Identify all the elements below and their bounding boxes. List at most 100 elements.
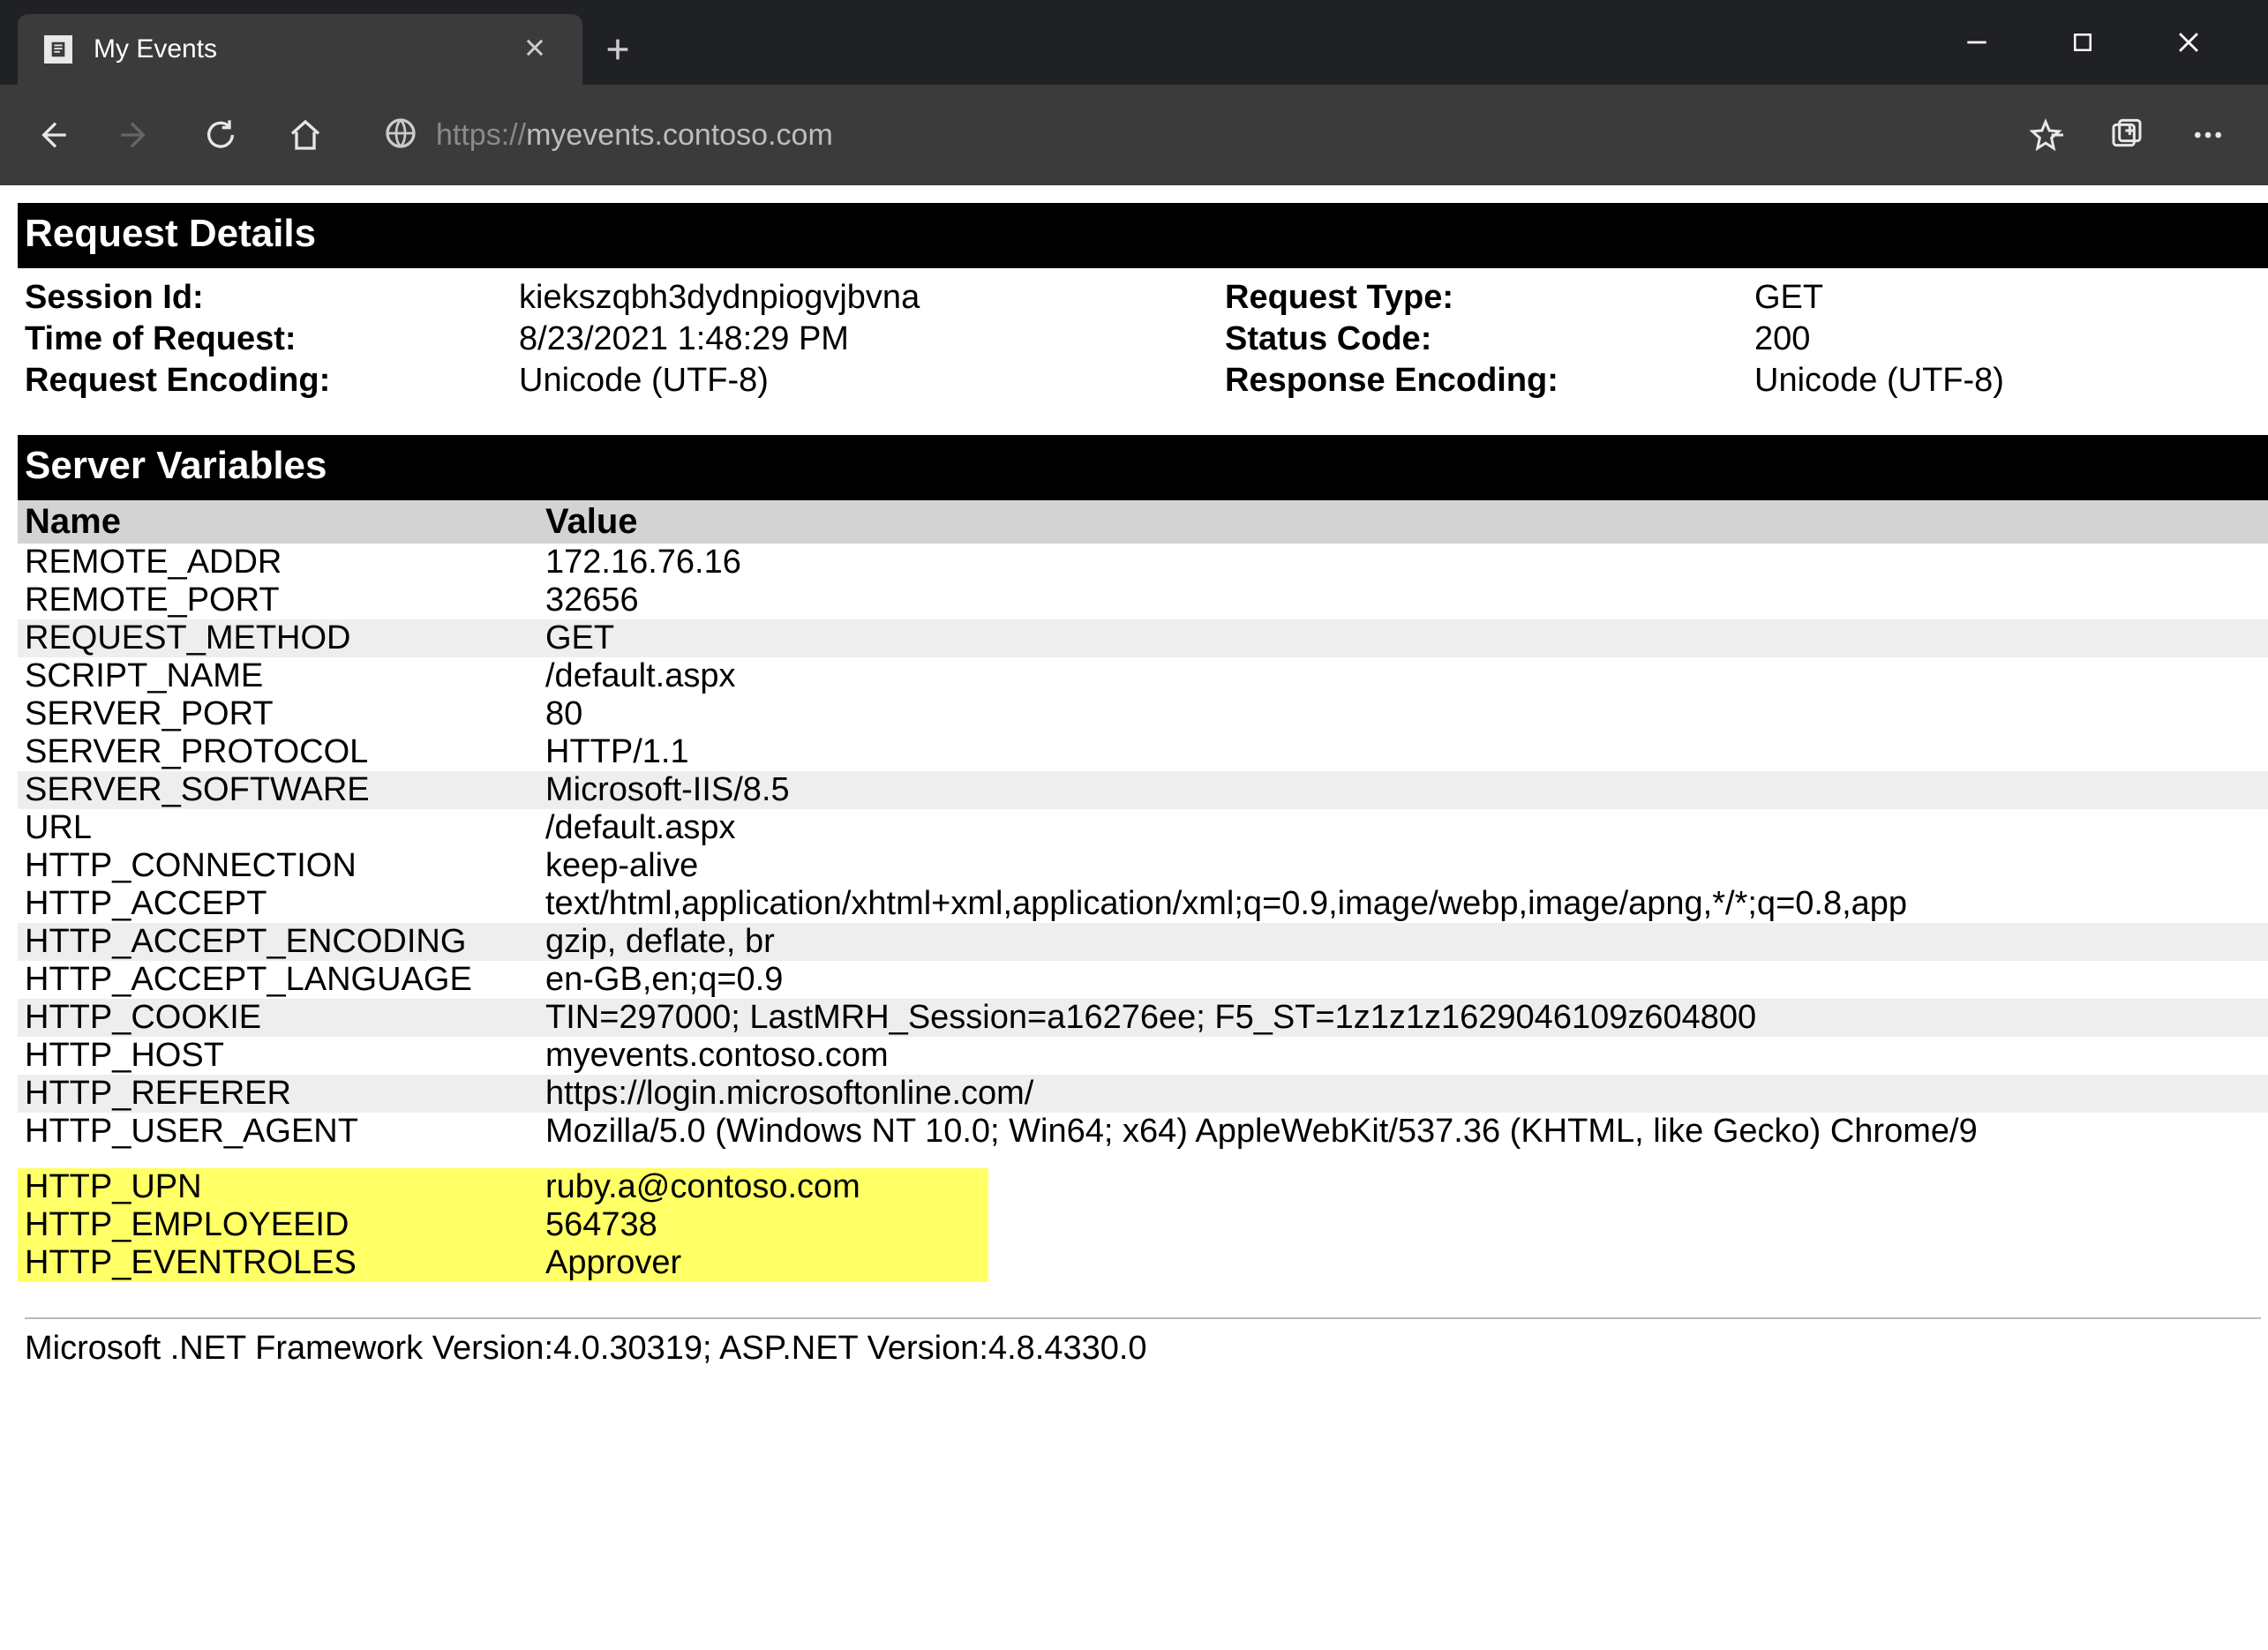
var-value: text/html,application/xhtml+xml,applicat… [538,885,2268,923]
url-host: myevents.contoso.com [526,118,833,152]
table-row: HTTP_REFERERhttps://login.microsoftonlin… [18,1075,2268,1113]
highlighted-row: HTTP_UPNruby.a@contoso.com [18,1168,988,1206]
tab-close-icon[interactable] [514,31,556,68]
request-details-grid: Session Id: kiekszqbh3dydnpiogvjbvna Req… [18,268,2268,435]
back-button[interactable] [26,110,76,160]
var-value: ruby.a@contoso.com [538,1168,988,1206]
new-tab-button[interactable] [582,14,653,85]
table-row: REMOTE_PORT32656 [18,581,2268,619]
tab-title: My Events [94,34,514,64]
var-name: HTTP_EVENTROLES [18,1244,538,1282]
var-name: URL [18,809,538,847]
table-row: SCRIPT_NAME/default.aspx [18,657,2268,695]
var-value: Approver [538,1244,988,1282]
status-code-value: 200 [1754,320,2261,358]
table-row: URL/default.aspx [18,809,2268,847]
collections-button[interactable] [2102,110,2152,160]
var-name: HTTP_COOKIE [18,999,538,1037]
var-value: Microsoft-IIS/8.5 [538,771,2268,809]
refresh-button[interactable] [196,110,245,160]
address-bar[interactable]: https://myevents.contoso.com [365,116,1986,155]
session-id-value: kiekszqbh3dydnpiogvjbvna [519,279,1225,317]
table-row: HTTP_USER_AGENTMozilla/5.0 (Windows NT 1… [18,1113,2268,1151]
response-encoding-label: Response Encoding: [1225,362,1754,400]
var-value: en-GB,en;q=0.9 [538,961,2268,999]
menu-button[interactable] [2183,110,2233,160]
table-row: REMOTE_ADDR172.16.76.16 [18,544,2268,581]
var-name: HTTP_ACCEPT_LANGUAGE [18,961,538,999]
table-row: HTTP_CONNECTIONkeep-alive [18,847,2268,885]
session-id-label: Session Id: [25,279,519,317]
url-text: https://myevents.contoso.com [436,118,833,153]
var-name: HTTP_ACCEPT [18,885,538,923]
browser-tab[interactable]: My Events [18,14,582,85]
request-details-header: Request Details [18,203,2268,268]
server-variables-header: Server Variables [18,435,2268,500]
highlighted-row: HTTP_EVENTROLESApprover [18,1244,988,1282]
table-row: HTTP_ACCEPT_LANGUAGEen-GB,en;q=0.9 [18,961,2268,999]
var-value: 172.16.76.16 [538,544,2268,581]
var-value: /default.aspx [538,809,2268,847]
var-name: HTTP_REFERER [18,1075,538,1113]
var-name: HTTP_UPN [18,1168,538,1206]
var-value: Mozilla/5.0 (Windows NT 10.0; Win64; x64… [538,1113,2268,1151]
var-name: HTTP_USER_AGENT [18,1113,538,1151]
tab-bar: My Events [0,0,2268,85]
var-value: /default.aspx [538,657,2268,695]
var-value: https://login.microsoftonline.com/ [538,1075,2268,1113]
var-name: REMOTE_ADDR [18,544,538,581]
window-maximize-button[interactable] [2056,16,2109,69]
var-value: gzip, deflate, br [538,923,2268,961]
var-value: TIN=297000; LastMRH_Session=a16276ee; F5… [538,999,2268,1037]
table-header-row: Name Value [18,500,2268,544]
request-encoding-label: Request Encoding: [25,362,519,400]
request-type-label: Request Type: [1225,279,1754,317]
highlighted-row: HTTP_EMPLOYEEID564738 [18,1206,988,1244]
footer-divider [25,1317,2261,1319]
var-name: SERVER_PROTOCOL [18,733,538,771]
status-code-label: Status Code: [1225,320,1754,358]
var-value: 32656 [538,581,2268,619]
toolbar-right [2021,110,2242,160]
server-variables-table: Name Value REMOTE_ADDR172.16.76.16REMOTE… [18,500,2268,1151]
var-name: HTTP_HOST [18,1037,538,1075]
window-minimize-button[interactable] [1950,16,2003,69]
var-name: HTTP_ACCEPT_ENCODING [18,923,538,961]
page-content: Request Details Session Id: kiekszqbh3dy… [0,185,2268,1368]
table-row: SERVER_SOFTWAREMicrosoft-IIS/8.5 [18,771,2268,809]
favorites-button[interactable] [2021,110,2070,160]
var-name: REMOTE_PORT [18,581,538,619]
page-favicon-icon [44,35,72,64]
var-value: HTTP/1.1 [538,733,2268,771]
home-button[interactable] [281,110,330,160]
var-name: SERVER_SOFTWARE [18,771,538,809]
window-close-button[interactable] [2162,16,2215,69]
var-value: 80 [538,695,2268,733]
var-value: keep-alive [538,847,2268,885]
var-name: REQUEST_METHOD [18,619,538,657]
table-row: HTTP_COOKIETIN=297000; LastMRH_Session=a… [18,999,2268,1037]
table-row: HTTP_ACCEPTtext/html,application/xhtml+x… [18,885,2268,923]
table-row: REQUEST_METHODGET [18,619,2268,657]
col-header-name: Name [18,500,538,544]
var-value: GET [538,619,2268,657]
time-of-request-label: Time of Request: [25,320,519,358]
var-value: myevents.contoso.com [538,1037,2268,1075]
browser-chrome: My Events [0,0,2268,185]
response-encoding-value: Unicode (UTF-8) [1754,362,2261,400]
footer-text: Microsoft .NET Framework Version:4.0.303… [18,1330,2268,1368]
window-controls [1950,16,2250,69]
table-row: SERVER_PORT80 [18,695,2268,733]
site-info-icon[interactable] [383,116,418,155]
highlighted-variables-table: HTTP_UPNruby.a@contoso.comHTTP_EMPLOYEEI… [18,1168,988,1282]
col-header-value: Value [538,500,2268,544]
var-name: HTTP_EMPLOYEEID [18,1206,538,1244]
var-value: 564738 [538,1206,988,1244]
forward-button[interactable] [111,110,161,160]
url-scheme: https:// [436,118,526,152]
table-row: HTTP_ACCEPT_ENCODINGgzip, deflate, br [18,923,2268,961]
request-encoding-value: Unicode (UTF-8) [519,362,1225,400]
table-row: SERVER_PROTOCOLHTTP/1.1 [18,733,2268,771]
var-name: HTTP_CONNECTION [18,847,538,885]
table-row: HTTP_HOSTmyevents.contoso.com [18,1037,2268,1075]
